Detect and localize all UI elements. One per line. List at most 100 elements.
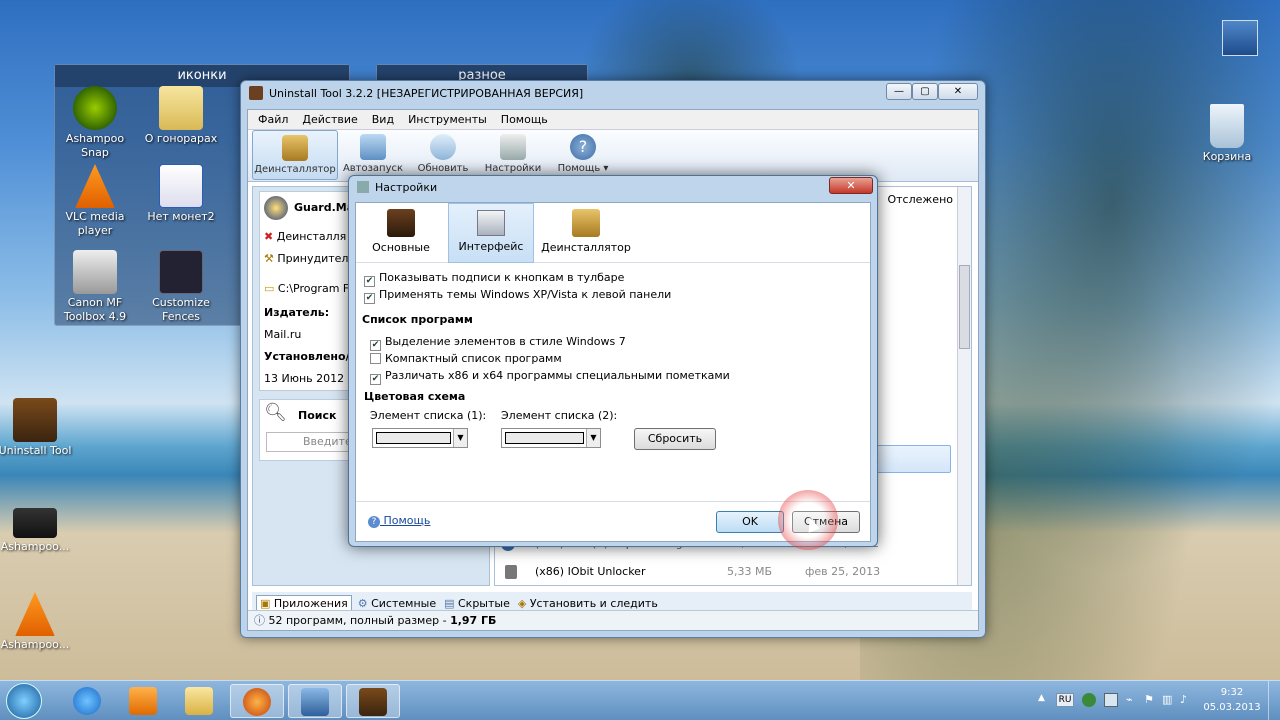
- menu-action[interactable]: Действие: [302, 113, 357, 126]
- word-document-icon: [159, 164, 203, 208]
- minimize-button[interactable]: —: [886, 83, 912, 100]
- tray-arrow-icon[interactable]: ▲: [1038, 693, 1045, 703]
- tab-label: Установить и следить: [529, 596, 658, 610]
- firefox-icon: [243, 688, 271, 716]
- close-button[interactable]: ✕: [938, 83, 978, 100]
- desktop-icon-customize-fences[interactable]: Customize Fences: [138, 250, 224, 324]
- start-button[interactable]: [6, 683, 42, 719]
- menu-view[interactable]: Вид: [372, 113, 394, 126]
- taskbar-app[interactable]: [288, 684, 342, 718]
- desktop-icon-recycle-bin[interactable]: Корзина: [1184, 104, 1270, 164]
- desktop-icon-ashampoo-2[interactable]: Ashampoo...: [0, 592, 78, 652]
- help-link[interactable]: ? Помощь: [368, 514, 430, 528]
- desktop-icon-ashampoo-1[interactable]: Ashampoo...: [0, 508, 78, 554]
- tab-hidden[interactable]: ▤ Скрытые: [444, 597, 510, 610]
- option-apply-themes[interactable]: ✔ Применять темы Windows XP/Vista к левой…: [364, 286, 672, 304]
- desktop-icon-vlc[interactable]: VLC media player: [52, 164, 138, 238]
- option-show-toolbar-labels[interactable]: ✔ Показывать подписи к кнопкам в тулбаре: [364, 269, 671, 287]
- toolbar-help-button[interactable]: ? Помощь ▾: [548, 130, 618, 180]
- icon-label: Uninstall Tool: [0, 444, 72, 457]
- toolbar-settings-button[interactable]: Настройки: [478, 130, 548, 180]
- usb-icon[interactable]: ⌁: [1126, 693, 1133, 706]
- network-icon[interactable]: ▥: [1162, 693, 1172, 706]
- flag-icon[interactable]: ⚑: [1144, 693, 1154, 706]
- element1-color-select[interactable]: ▼: [372, 428, 468, 448]
- tab-label: Основные: [372, 241, 430, 254]
- option-x86-x64-marks[interactable]: ✔ Различать x86 и x64 программы специальн…: [370, 367, 730, 385]
- dialog-titlebar[interactable]: Настройки: [349, 176, 877, 198]
- clock[interactable]: 9:32 05.03.2013: [1200, 685, 1264, 715]
- checkbox[interactable]: ✔: [370, 374, 381, 385]
- checkbox[interactable]: [370, 353, 381, 364]
- uninstall-action[interactable]: ✖ Деинсталля: [264, 230, 346, 243]
- desktop-icon-uninstall-tool[interactable]: Uninstall Tool: [0, 398, 78, 458]
- tab-label: Деинсталлятор: [541, 241, 631, 254]
- row-size: 5,33 МБ: [727, 565, 773, 578]
- tab-applications[interactable]: ▣ Приложения: [256, 594, 352, 612]
- toolbar-label: Помощь ▾: [557, 163, 609, 174]
- system-icon: ⚙: [357, 596, 368, 610]
- language-indicator[interactable]: RU: [1056, 693, 1074, 707]
- tray-app-icon[interactable]: [1082, 693, 1096, 707]
- gadget-icon[interactable]: [1222, 20, 1258, 56]
- icon-label: Ashampoo Snap: [65, 132, 125, 159]
- autorun-icon: [360, 134, 386, 160]
- menu-tools[interactable]: Инструменты: [408, 113, 487, 126]
- folder-icon: [185, 687, 213, 715]
- option-win7-selection[interactable]: ✔ Выделение элементов в стиле Windows 7: [370, 333, 730, 351]
- desktop-icon-ashampoo-snap[interactable]: Ashampoo Snap: [52, 86, 138, 160]
- fences-icon: [159, 250, 203, 294]
- monitor-icon: [477, 210, 505, 236]
- taskbar-ie[interactable]: [60, 684, 114, 718]
- tray-device-icon[interactable]: [1104, 693, 1118, 707]
- taskbar-explorer[interactable]: [172, 684, 226, 718]
- install-path[interactable]: ▭ C:\Program F: [264, 282, 349, 295]
- icon-label: Корзина: [1202, 150, 1252, 163]
- toolbar-label: Обновить: [417, 163, 469, 174]
- taskbar-media-player[interactable]: [116, 684, 170, 718]
- option-label: Применять темы Windows XP/Vista к левой …: [379, 288, 672, 301]
- search-icon: 🔍︎: [264, 402, 287, 423]
- desktop-icon-o-gonorarah[interactable]: О гонорарах: [138, 86, 224, 146]
- vlc-cone-icon: [75, 164, 115, 208]
- row-name: (x86) IObit Unlocker: [535, 565, 646, 578]
- maximize-button[interactable]: ▢: [912, 83, 938, 100]
- desktop-icon-canon-toolbox[interactable]: Canon MF Toolbox 4.9: [52, 250, 138, 324]
- reset-button[interactable]: Сбросить: [634, 428, 716, 450]
- desktop-icon-net-monet2[interactable]: Нет монет2: [138, 164, 224, 224]
- column-tracked[interactable]: Отслежено: [887, 193, 953, 206]
- status-text: 52 программ, полный размер -: [268, 614, 451, 627]
- tab-uninstaller[interactable]: Деинсталлятор: [536, 203, 636, 263]
- dialog-close-button[interactable]: ✕: [829, 177, 873, 194]
- options-list: ✔ Выделение элементов в стиле Windows 7 К…: [370, 333, 730, 385]
- window-titlebar[interactable]: Uninstall Tool 3.2.2 [НЕЗАРЕГИСТРИРОВАНН…: [241, 81, 985, 105]
- toolbar-label: Деинсталлятор: [254, 164, 336, 175]
- element1-label: Элемент списка (1):: [370, 409, 487, 422]
- option-compact-list[interactable]: Компактный список программ: [370, 350, 730, 367]
- menu-help[interactable]: Помощь: [501, 113, 548, 126]
- dialog-client: Основные Интерфейс Деинсталлятор ✔ Показы…: [355, 202, 871, 542]
- tab-interface[interactable]: Интерфейс: [448, 203, 534, 263]
- tab-system[interactable]: ⚙ Системные: [358, 597, 436, 610]
- element2-color-select[interactable]: ▼: [501, 428, 601, 448]
- tab-general[interactable]: Основные: [358, 203, 444, 263]
- table-row[interactable]: (x86) IObit Unlocker 5,33 МБ фев 25, 201…: [501, 565, 961, 583]
- toolbar-refresh-button[interactable]: Обновить: [408, 130, 478, 180]
- tab-install-track[interactable]: ◈ Установить и следить: [518, 597, 658, 610]
- brush-icon: ⚒: [264, 252, 274, 265]
- taskbar-uninstall-tool[interactable]: [346, 684, 400, 718]
- volume-icon[interactable]: ♪: [1180, 693, 1187, 706]
- wrench-icon: [500, 134, 526, 160]
- scrollbar-thumb[interactable]: [959, 265, 970, 349]
- toolbar-uninstaller-button[interactable]: Деинсталлятор: [252, 130, 338, 180]
- force-uninstall-action[interactable]: ⚒ Принудител: [264, 252, 348, 265]
- checkbox[interactable]: ✔: [364, 293, 375, 304]
- list-scrollbar[interactable]: [957, 187, 971, 585]
- lock-icon: [505, 565, 517, 579]
- ok-button[interactable]: OK: [716, 511, 784, 533]
- help-icon: ?: [570, 134, 596, 160]
- taskbar-firefox[interactable]: [230, 684, 284, 718]
- menu-file[interactable]: Файл: [258, 113, 288, 126]
- toolbar-autorun-button[interactable]: Автозапуск: [338, 130, 408, 180]
- show-desktop-button[interactable]: [1268, 681, 1280, 720]
